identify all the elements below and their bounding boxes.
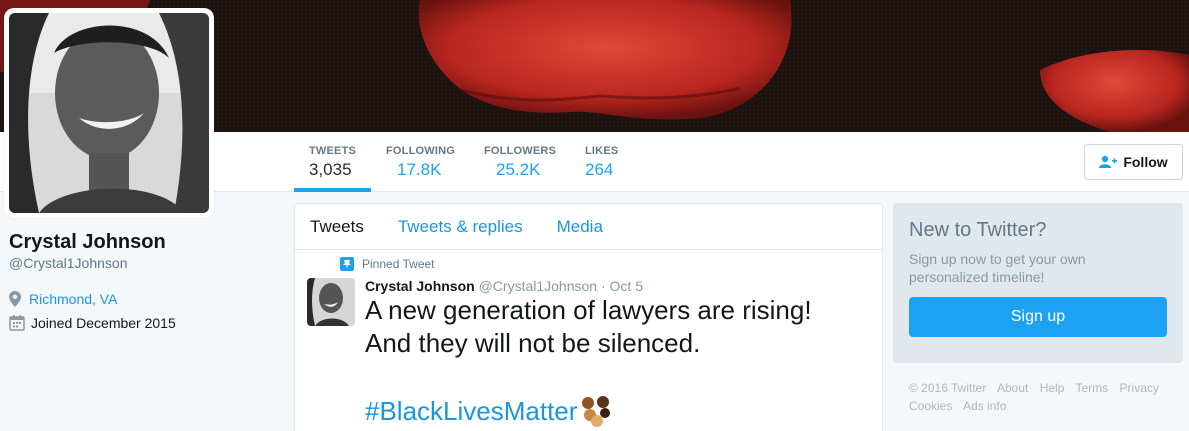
stat-value: 264 [585,160,614,179]
stat-label: FOLLOWING [386,145,456,157]
stat-tweets[interactable]: TWEETS 3,035 [294,132,371,192]
calendar-icon [9,315,25,331]
raised-fists-emoji-icon [582,396,611,427]
location-link[interactable]: Richmond, VA [29,291,117,307]
pin-icon [340,257,354,271]
pinned-label: Pinned Tweet [362,257,435,271]
tweet-text-line: A new generation of lawyers are rising! [365,295,812,325]
stat-followers[interactable]: FOLLOWERS 25.2K [484,132,556,192]
joined-text: Joined December 2015 [31,315,176,331]
tweet-author-handle[interactable]: @Crystal1Johnson [479,278,598,294]
profile-joined: Joined December 2015 [9,315,176,331]
stat-value: 17.8K [397,160,442,179]
tweet-hashtag-row: #BlackLivesMatter [365,394,615,428]
profile-name: Crystal Johnson [9,231,166,253]
footer-links: © 2016 Twitter About Help Terms Privacy … [909,379,1179,415]
signup-module: New to Twitter? Sign up now to get your … [893,203,1183,363]
footer-ads-info[interactable]: Ads info [963,399,1006,413]
signup-subtitle: Sign up now to get your own personalized… [909,251,1086,285]
tab-tweets[interactable]: Tweets [310,217,364,237]
signup-title: New to Twitter? [909,219,1047,241]
tweet-header: Crystal Johnson @Crystal1Johnson · Oct 5 [365,278,643,294]
stat-likes[interactable]: LIKES 264 [585,132,618,192]
timeline: Tweets Tweets & replies Media Pinned Twe… [294,203,883,431]
tweet-text-line: And they will not be silenced. [365,328,701,358]
tweet-date[interactable]: · Oct 5 [601,278,643,294]
tab-tweets-replies[interactable]: Tweets & replies [398,217,523,237]
follow-label: Follow [1123,154,1168,170]
tweet-text: A new generation of lawyers are rising! … [365,294,865,360]
profile-avatar[interactable] [4,8,214,218]
stat-value: 25.2K [496,160,541,179]
add-user-icon [1099,155,1118,168]
signup-button[interactable]: Sign up [909,297,1167,337]
stat-following[interactable]: FOLLOWING 17.8K [386,132,455,192]
pinned-indicator: Pinned Tweet [340,257,435,271]
stat-label: LIKES [585,145,619,157]
hashtag-link[interactable]: #BlackLivesMatter [365,395,577,428]
tweet-avatar[interactable] [307,278,355,326]
footer-help[interactable]: Help [1040,381,1065,395]
location-pin-icon [9,291,21,307]
follow-button[interactable]: Follow [1084,144,1183,180]
tab-media[interactable]: Media [557,217,603,237]
profile-handle[interactable]: @Crystal1Johnson [9,255,128,271]
footer-cookies[interactable]: Cookies [909,399,952,413]
stat-value: 3,035 [309,160,352,179]
profile-location: Richmond, VA [9,291,117,307]
stat-label: TWEETS [309,145,357,157]
footer-terms[interactable]: Terms [1076,381,1109,395]
active-underline [294,188,371,192]
stat-label: FOLLOWERS [484,145,557,157]
footer-privacy[interactable]: Privacy [1120,381,1159,395]
tweet-author-name[interactable]: Crystal Johnson [365,278,475,294]
footer-about[interactable]: About [997,381,1028,395]
timeline-tabs: Tweets Tweets & replies Media [295,204,882,250]
footer-copyright: © 2016 Twitter [909,381,987,395]
